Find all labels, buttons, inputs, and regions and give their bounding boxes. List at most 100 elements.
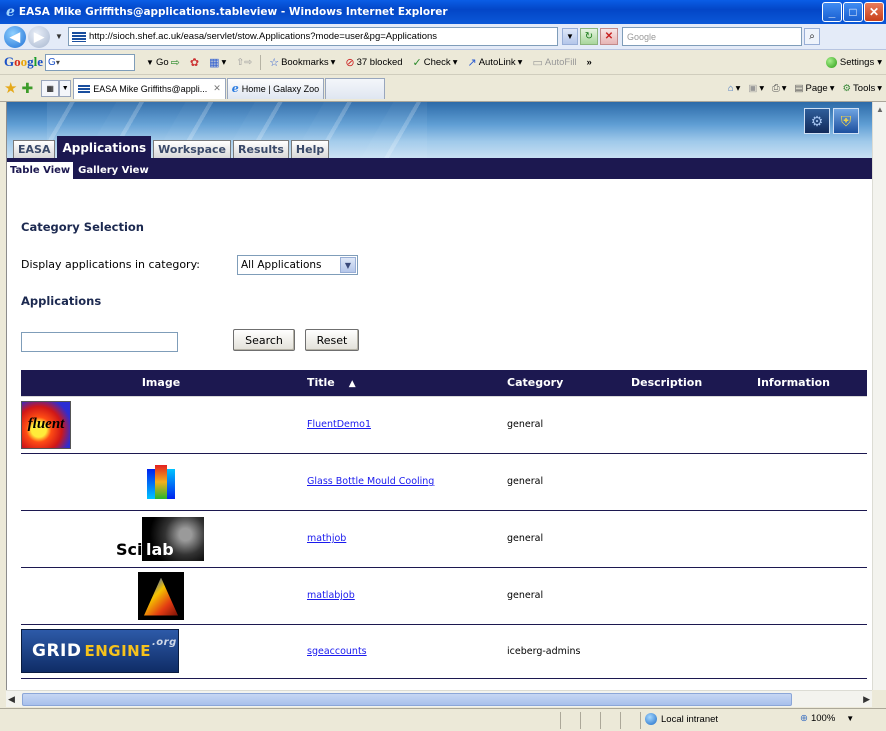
vertical-scrollbar[interactable]: ▲ [872,102,886,690]
tab-workspace[interactable]: Workspace [153,140,232,158]
scroll-left-icon[interactable]: ◀ [8,694,15,705]
category-cell: general [501,395,625,454]
reset-button[interactable]: Reset [305,329,359,351]
title-cell: Glass Bottle Mould Cooling [301,452,501,511]
add-favorites-icon[interactable]: ✚ [21,80,33,97]
sort-ascending-icon[interactable]: ▲ [349,379,356,389]
tab-easa[interactable]: EASA [13,140,56,158]
chevron-down-icon[interactable]: ▼ [340,257,356,273]
column-header-category: Category [507,376,564,390]
bookmarks-button[interactable]: ☆ Bookmarks ▾ [269,56,335,69]
back-button[interactable]: ◀ [4,25,26,48]
address-dropdown-icon[interactable]: ▼ [562,28,578,45]
ie-icon: e [6,4,15,20]
search-icon[interactable]: ⌕ [804,28,820,45]
home-button[interactable]: ⌂ ▾ [728,83,741,94]
address-url: http://sioch.shef.ac.uk/easa/servlet/sto… [89,31,438,42]
subtab-table-view[interactable]: Table View [7,162,74,179]
history-dropdown-icon[interactable]: ▼ [55,32,65,41]
status-divider [640,712,641,729]
title-bar: e EASA Mike Griffiths@applications.table… [0,0,886,24]
spellcheck-button[interactable]: ✓ Check ▾ [413,56,458,69]
bookmarks-label: Bookmarks [281,56,329,68]
intranet-globe-icon [645,713,657,725]
refresh-button[interactable]: ↻ [580,28,598,45]
maximize-button[interactable]: □ [843,2,863,22]
status-divider [600,712,601,729]
title-cell: sgeaccounts [301,623,501,679]
quick-tabs-icon[interactable]: ▦ [41,79,60,97]
horizontal-scroll-thumb[interactable] [22,693,792,706]
application-search-input[interactable] [21,332,178,352]
browser-tab-label: Home | Galaxy Zoo [241,83,320,94]
scroll-right-icon[interactable]: ▶ [863,694,870,705]
column-header-title-label: Title [307,376,335,390]
fluent-logo[interactable]: fluent [21,400,71,449]
matlab-logo[interactable] [138,571,184,620]
application-title-link[interactable]: sgeaccounts [307,646,367,657]
settings-button[interactable]: Settings ▾ [825,56,882,68]
more-button[interactable]: » [587,57,592,68]
pagerank-icon[interactable]: ▦ ▾ [209,56,226,69]
browser-tab-easa[interactable]: EASA Mike Griffiths@appli... ✕ [73,77,226,99]
easa-banner: ⚙ ⛨ EASA Applications Workspace Results … [7,102,872,158]
tab-results[interactable]: Results [233,140,289,158]
popup-blocker-button[interactable]: ⊘ 37 blocked [345,56,402,69]
scroll-up-icon[interactable]: ▲ [873,102,886,116]
stop-button[interactable]: ✕ [600,28,618,45]
zoom-control[interactable]: ⊕ 100% ▼ [800,713,854,724]
column-header-title[interactable]: Title ▲ [301,370,501,396]
zoom-level: 100% [810,713,836,724]
forward-button[interactable]: ▶ [28,25,50,48]
category-cell: general [501,566,625,625]
tools-menu[interactable]: ⚙ Tools ▾ [843,83,883,94]
description-cell [625,395,751,454]
close-button[interactable]: ✕ [864,2,884,22]
horizontal-scrollbar[interactable]: ◀ ▶ [6,690,872,707]
autolink-button[interactable]: ↗ AutoLink ▾ [467,56,522,69]
print-button[interactable]: ⎙ ▾ [772,83,786,94]
zoom-dropdown-icon[interactable]: ▼ [846,714,854,723]
application-title-link[interactable]: FluentDemo1 [307,419,371,430]
tab-applications[interactable]: Applications [57,136,152,158]
category-select[interactable]: All Applications ▼ [237,255,358,275]
glass-bottle-thumbnail[interactable] [143,463,179,501]
status-bar: Local intranet ⊕ 100% ▼ [0,708,886,731]
tab-help[interactable]: Help [290,140,330,158]
up-icon[interactable]: ⇧⇨ [236,57,252,68]
applications-heading: Applications [21,294,102,308]
scilab-logo[interactable]: Sci lab [116,516,206,561]
toolbar-divider [260,54,262,70]
grid-engine-logo[interactable]: GRID ENGINE .org [21,629,179,673]
search-box[interactable]: Google [622,27,802,46]
image-cell: GRID ENGINE .org [21,623,301,679]
application-title-link[interactable]: Glass Bottle Mould Cooling [307,476,434,487]
address-field[interactable]: http://sioch.shef.ac.uk/easa/servlet/sto… [68,27,558,46]
tab-list-dropdown-icon[interactable]: ▼ [59,79,72,97]
application-title-link[interactable]: mathjob [307,533,346,544]
title-cell: FluentDemo1 [301,395,501,454]
image-cell: fluent [21,395,301,454]
close-tab-icon[interactable]: ✕ [213,83,221,94]
application-title-link[interactable]: matlabjob [307,590,355,601]
title-cell: matlabjob [301,566,501,625]
check-label: Check [423,56,451,68]
security-zone[interactable]: Local intranet [645,713,718,725]
feeds-button[interactable]: ▣ ▾ [748,83,764,94]
google-search-input[interactable]: G ▾ [45,53,136,71]
institution-logos: ⚙ ⛨ [804,108,859,134]
address-row: ◀ ▶ ▼ http://sioch.shef.ac.uk/easa/servl… [0,24,886,50]
category-selection-heading: Category Selection [21,220,144,234]
gmail-icon[interactable]: ✿ [190,56,199,69]
page-viewport: ⚙ ⛨ EASA Applications Workspace Results … [6,102,872,690]
minimize-button[interactable]: _ [822,2,842,22]
subtab-gallery-view[interactable]: Gallery View [75,162,152,179]
information-cell [751,395,867,454]
search-button[interactable]: Search [233,329,295,351]
favorites-star-icon[interactable]: ★ [4,79,17,97]
page-menu[interactable]: ▤ Page ▾ [795,83,835,94]
google-go-button[interactable]: ▼ Go ⇨ [146,56,180,69]
new-tab-button[interactable] [325,77,386,99]
autofill-button[interactable]: ▭ AutoFill [532,56,576,69]
browser-tab-galaxy-zoo[interactable]: e Home | Galaxy Zoo [226,77,325,99]
